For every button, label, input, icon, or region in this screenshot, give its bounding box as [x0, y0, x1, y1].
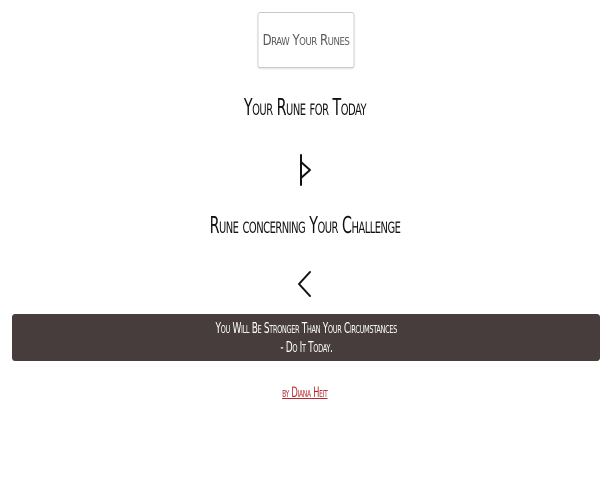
challenge-rune-heading: Rune concerning Your Challenge: [209, 213, 401, 239]
today-rune-heading: Your Rune for Today: [243, 95, 367, 121]
message-line-2: - Do It Today.: [279, 337, 333, 356]
author-link[interactable]: by Diana Heit: [282, 385, 328, 401]
rune-page: Draw Your Runes Your Rune for Today Rune…: [0, 0, 610, 477]
today-rune: [0, 152, 610, 188]
kaunan-rune-icon: [298, 271, 311, 297]
author-credit: by Diana Heit: [0, 382, 610, 401]
message-line-1: You Will Be Stronger Than Your Circumsta…: [215, 318, 397, 337]
thurisaz-rune-icon: [300, 154, 311, 186]
rune-message-banner: You Will Be Stronger Than Your Circumsta…: [12, 314, 600, 361]
draw-runes-button[interactable]: Draw Your Runes: [257, 12, 355, 68]
challenge-rune: [0, 266, 610, 302]
